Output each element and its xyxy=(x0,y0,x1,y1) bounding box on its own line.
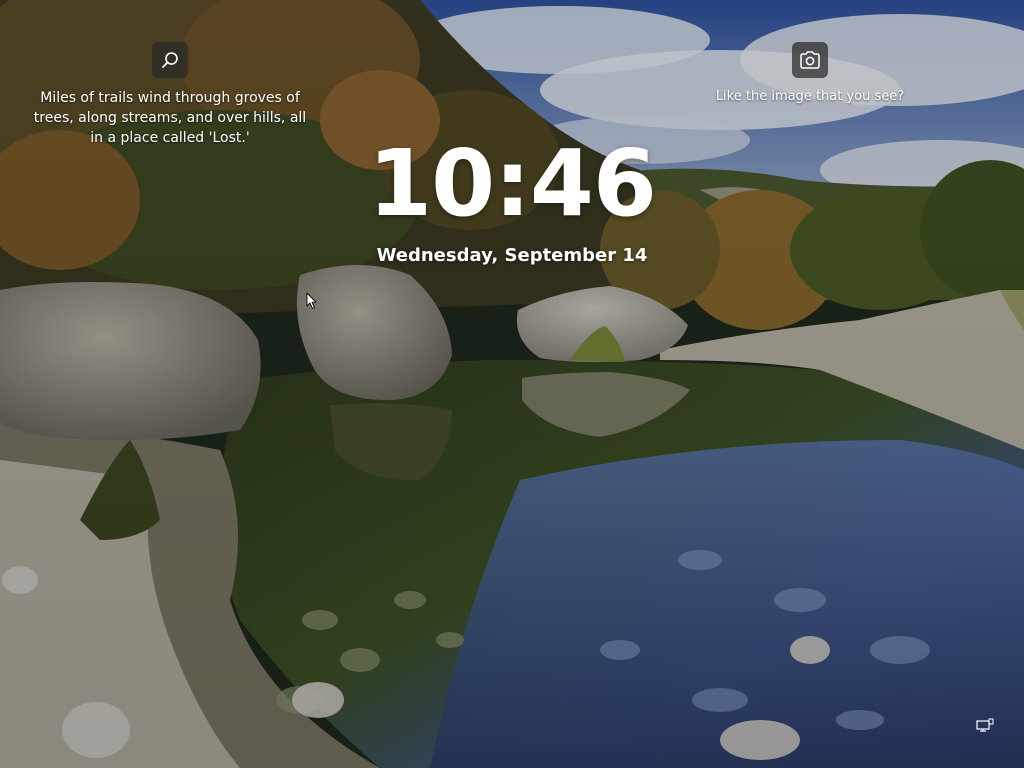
like-image-text[interactable]: Like the image that you see? xyxy=(710,88,910,106)
spotlight-info-button[interactable] xyxy=(152,42,188,78)
camera-icon xyxy=(800,51,820,69)
camera-button[interactable] xyxy=(792,42,828,78)
spotlight-like: Like the image that you see? xyxy=(710,42,910,106)
lock-screen[interactable]: Miles of trails wind through groves of t… xyxy=(0,0,1024,768)
spotlight-fact: Miles of trails wind through groves of t… xyxy=(30,42,310,148)
lock-screen-time: 10:46 xyxy=(368,130,657,237)
mouse-cursor-icon xyxy=(306,292,317,309)
spotlight-fact-text[interactable]: Miles of trails wind through groves of t… xyxy=(30,88,310,148)
lock-screen-date: Wednesday, September 14 xyxy=(376,245,648,266)
network-icon xyxy=(976,718,994,732)
network-status-button[interactable] xyxy=(974,716,996,736)
search-icon xyxy=(162,52,178,68)
